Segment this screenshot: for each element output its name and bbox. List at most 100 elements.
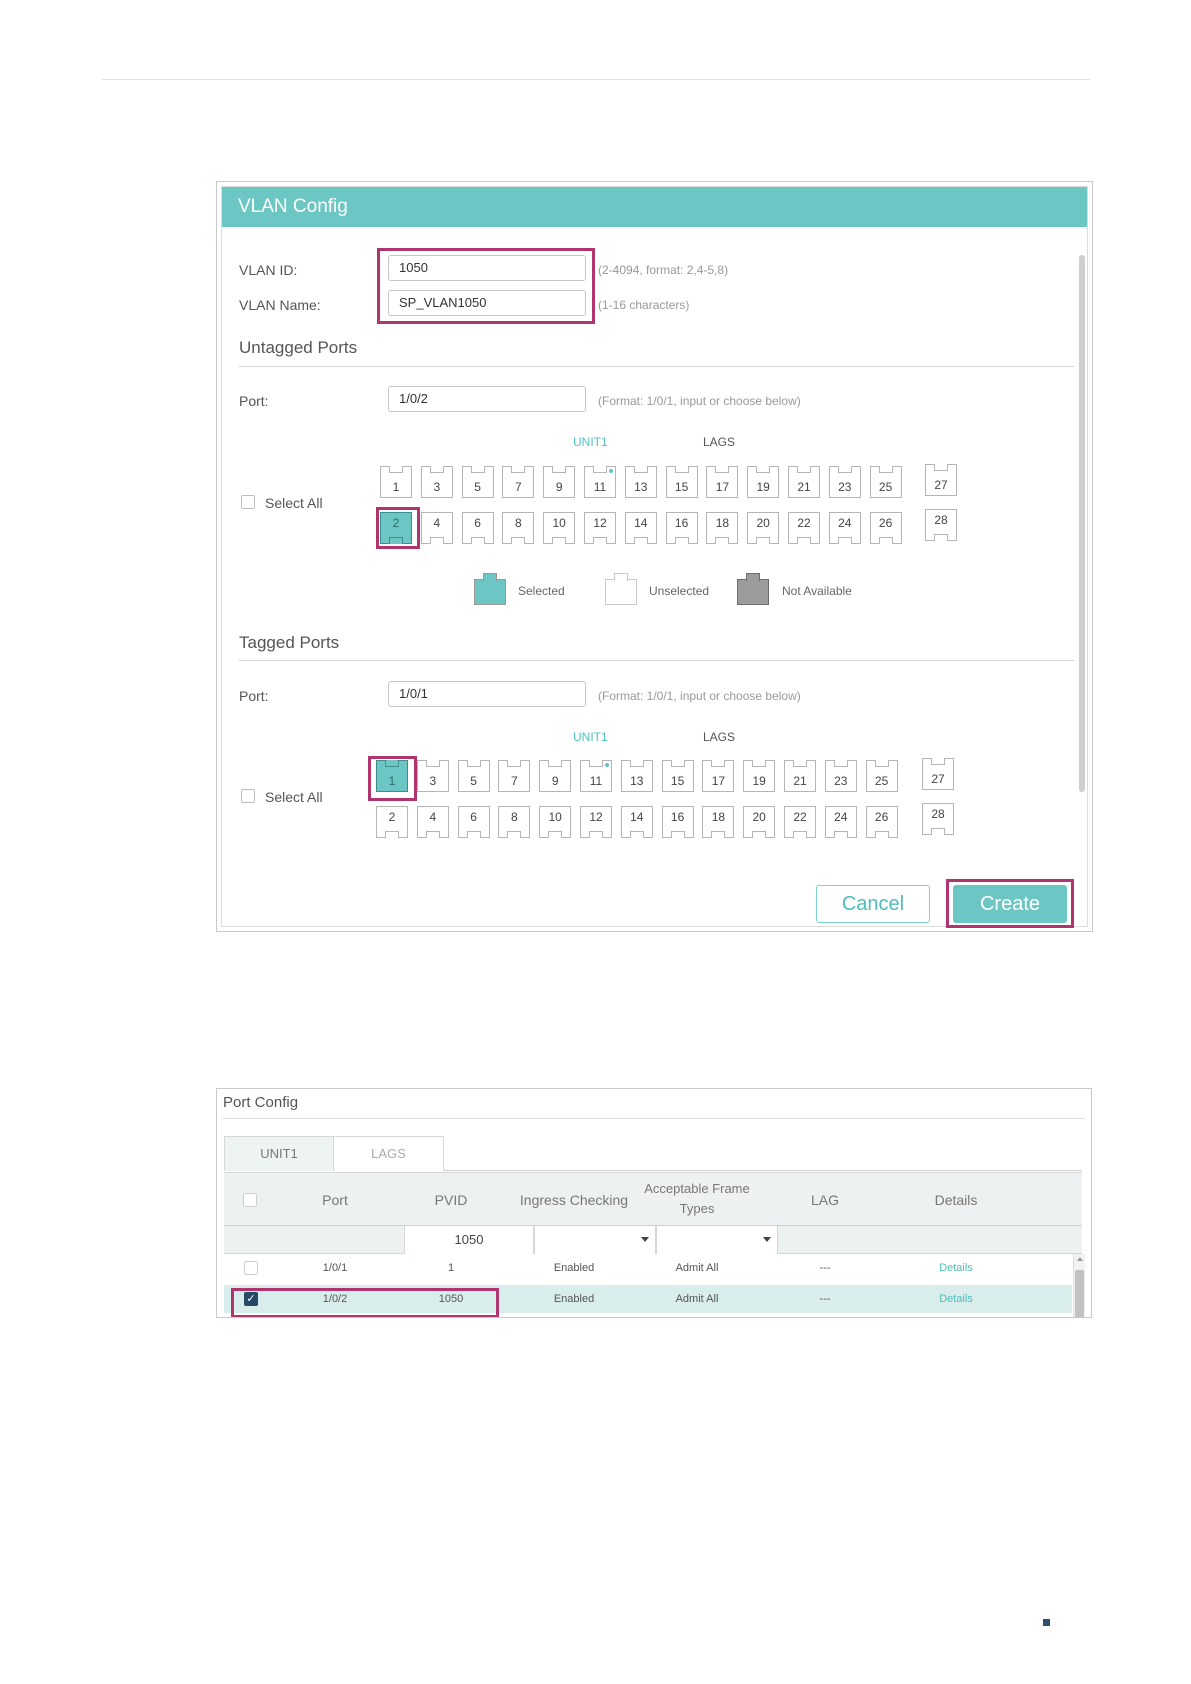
port-2-button[interactable]: 2: [376, 806, 408, 838]
port-14-button[interactable]: 14: [620, 806, 653, 838]
port-16-button[interactable]: 16: [661, 806, 694, 838]
port-1-button[interactable]: 1: [380, 466, 412, 498]
panel-scrollbar[interactable]: [1079, 255, 1085, 792]
port-19-button[interactable]: 19: [747, 466, 780, 498]
port-number-label: 1: [392, 480, 400, 494]
port-12-button[interactable]: 12: [584, 512, 616, 544]
port-18-button[interactable]: 18: [702, 806, 735, 838]
port-9-button[interactable]: 9: [539, 760, 572, 792]
port-10-button[interactable]: 10: [543, 512, 576, 544]
port-5-button[interactable]: 5: [461, 466, 494, 498]
port-25-button[interactable]: 25: [865, 760, 898, 792]
port-icon: [589, 760, 603, 767]
port-icon: [552, 537, 567, 544]
port-20-button[interactable]: 20: [743, 806, 776, 838]
untagged-port-highlight: [376, 507, 420, 549]
tagged-port-input[interactable]: 1/0/1: [388, 681, 586, 707]
table-row[interactable]: 1/0/1 1 Enabled Admit All --- Details: [224, 1254, 1072, 1282]
port-22-button[interactable]: 22: [788, 512, 820, 544]
port-24-button[interactable]: 24: [828, 512, 861, 544]
chevron-down-icon: [763, 1237, 771, 1242]
port-number-label: 20: [752, 810, 766, 824]
scroll-up-icon[interactable]: [1077, 1257, 1083, 1261]
column-header-lag: LAG: [810, 1192, 839, 1208]
port-5-button[interactable]: 5: [457, 760, 490, 792]
port-28-button[interactable]: 28: [925, 509, 957, 541]
port-icon: [589, 831, 603, 838]
tab-lags[interactable]: LAGS: [334, 1136, 444, 1171]
port-icon: [548, 831, 563, 838]
port-7-button[interactable]: 7: [498, 760, 531, 792]
tab-unit1[interactable]: UNIT1: [224, 1136, 334, 1171]
untagged-port-input[interactable]: 1/0/2: [388, 386, 586, 412]
port-3-button[interactable]: 3: [416, 760, 449, 792]
port-28-button[interactable]: 28: [922, 803, 954, 835]
port-17-button[interactable]: 17: [702, 760, 735, 792]
port-9-button[interactable]: 9: [543, 466, 576, 498]
scrollbar-thumb[interactable]: [1075, 1270, 1084, 1317]
column-header-pvid: PVID: [434, 1192, 468, 1208]
legend-not-available-icon: [737, 573, 769, 605]
port-4-button[interactable]: 4: [420, 512, 453, 544]
port-7-button[interactable]: 7: [502, 466, 535, 498]
row-checkbox[interactable]: [244, 1261, 258, 1275]
port-19-button[interactable]: 19: [743, 760, 776, 792]
port-20-button[interactable]: 20: [747, 512, 780, 544]
port-3-button[interactable]: 3: [420, 466, 453, 498]
port-16-button[interactable]: 16: [665, 512, 698, 544]
pvid-filter-input[interactable]: 1050: [404, 1226, 534, 1254]
column-header-ingress-checking: Ingress Checking: [519, 1192, 629, 1208]
tagged-select-all-checkbox[interactable]: [241, 789, 255, 803]
tagged-ports-title: Tagged Ports: [239, 633, 340, 652]
port-26-button[interactable]: 26: [869, 512, 902, 544]
port-6-button[interactable]: 6: [461, 512, 494, 544]
port-icon: [793, 831, 807, 838]
port-13-button[interactable]: 13: [620, 760, 653, 792]
header-select-all-checkbox[interactable]: [243, 1193, 257, 1207]
table-scrollbar[interactable]: [1073, 1254, 1085, 1317]
port-21-button[interactable]: 21: [788, 466, 820, 498]
frame-types-filter-select[interactable]: [656, 1226, 778, 1254]
port-number-label: 2: [388, 810, 396, 824]
port-6-button[interactable]: 6: [457, 806, 490, 838]
cell-ingress: Enabled: [553, 1262, 595, 1274]
port-27-button[interactable]: 27: [922, 758, 954, 790]
port-14-button[interactable]: 14: [624, 512, 657, 544]
port-icon: [511, 466, 526, 473]
port-8-button[interactable]: 8: [502, 512, 535, 544]
port-26-button[interactable]: 26: [865, 806, 898, 838]
port-icon: [425, 760, 440, 767]
details-link[interactable]: Details: [906, 1285, 1006, 1313]
port-10-button[interactable]: 10: [539, 806, 572, 838]
ingress-filter-select[interactable]: [534, 1226, 656, 1254]
details-link[interactable]: Details: [906, 1254, 1006, 1282]
create-button-highlight: [946, 879, 1074, 928]
port-8-button[interactable]: 8: [498, 806, 531, 838]
port-22-button[interactable]: 22: [784, 806, 816, 838]
port-icon: [756, 466, 771, 473]
port-27-button[interactable]: 27: [925, 464, 957, 496]
port-4-button[interactable]: 4: [416, 806, 449, 838]
port-23-button[interactable]: 23: [828, 466, 861, 498]
port-13-button[interactable]: 13: [624, 466, 657, 498]
port-11-button[interactable]: 11: [584, 466, 616, 498]
port-23-button[interactable]: 23: [824, 760, 857, 792]
vlan-name-hint: (1-16 characters): [598, 298, 690, 312]
port-11-button[interactable]: 11: [580, 760, 612, 792]
port-18-button[interactable]: 18: [706, 512, 739, 544]
port-17-button[interactable]: 17: [706, 466, 739, 498]
port-15-button[interactable]: 15: [661, 760, 694, 792]
port-24-button[interactable]: 24: [824, 806, 857, 838]
port-icon: [470, 537, 485, 544]
port-21-button[interactable]: 21: [784, 760, 816, 792]
port-icon: [874, 831, 889, 838]
port-link-led-icon: [609, 469, 613, 473]
untagged-select-all-checkbox[interactable]: [241, 495, 255, 509]
port-number-label: 16: [674, 516, 689, 530]
legend-selected-label: Selected: [518, 584, 565, 598]
port-25-button[interactable]: 25: [869, 466, 902, 498]
port-config-rule: [223, 1118, 1085, 1119]
port-12-button[interactable]: 12: [580, 806, 612, 838]
port-15-button[interactable]: 15: [665, 466, 698, 498]
cancel-button[interactable]: Cancel: [816, 885, 930, 923]
